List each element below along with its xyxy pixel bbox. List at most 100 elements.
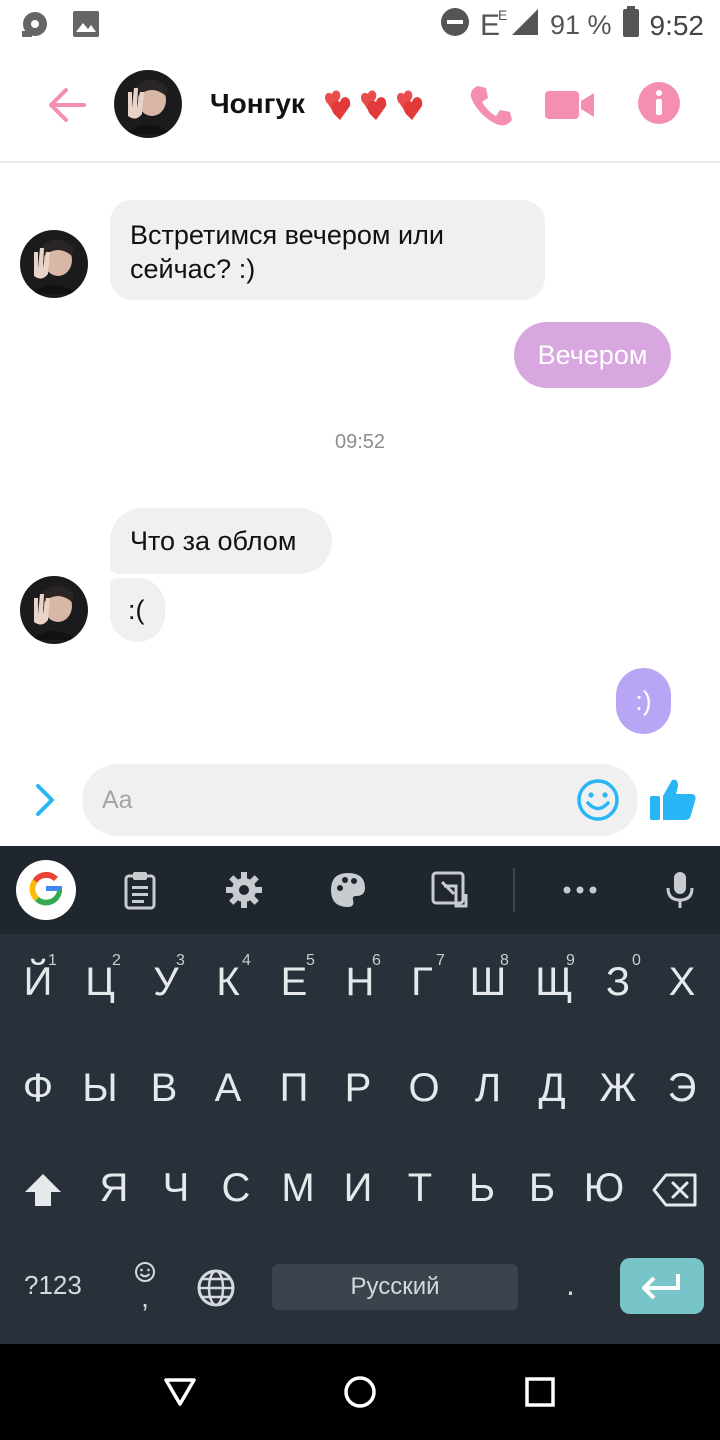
video-call-button[interactable] [544,80,596,130]
key-о[interactable]: О [394,1066,454,1111]
key-а[interactable]: А [198,1066,258,1111]
triangle-back-icon [164,1378,196,1406]
key-л[interactable]: Л [458,1066,518,1111]
contact-name[interactable]: Чонгук [210,88,305,120]
key-е[interactable]: Е [264,960,324,1005]
message-text: :( [128,595,145,625]
key-э[interactable]: Э [652,1066,712,1111]
like-button[interactable] [648,774,698,824]
key-ч[interactable]: Ч [146,1166,206,1211]
message-composer: Aa [0,760,720,846]
key-с[interactable]: С [206,1166,266,1211]
settings-button[interactable] [224,870,264,910]
google-search-button[interactable] [16,860,76,920]
enter-arrow-icon [642,1274,680,1300]
message-text-line: сейчас? :) [130,254,256,284]
video-camera-icon [545,91,594,119]
conversation-info-button[interactable] [636,80,686,130]
conversation-header: Чонгук [0,50,720,163]
key-hint: 4 [242,952,251,969]
info-icon [638,82,680,124]
key-hint: 1 [48,952,57,969]
voice-call-button[interactable] [466,80,516,130]
phone-icon [470,86,512,126]
key-ю[interactable]: Ю [574,1166,634,1211]
shift-key[interactable] [22,1170,64,1212]
clipboard-button[interactable] [120,870,160,910]
key-и[interactable]: И [328,1166,388,1211]
key-я[interactable]: Я [84,1166,144,1211]
key-hint: 5 [306,952,315,969]
incoming-message-bubble[interactable]: Встретимся вечером или сейчас? :) [110,200,545,300]
contact-avatar[interactable] [114,70,182,138]
nav-recents-button[interactable] [522,1374,558,1410]
toolbar-divider [513,868,515,912]
key-р[interactable]: Р [328,1066,388,1111]
image-notification-icon [72,10,100,43]
message-text-line: Встретимся вечером или [130,220,444,250]
symbols-key[interactable]: ?123 [24,1270,82,1301]
comma-label: , [141,1282,149,1313]
back-arrow-icon [49,88,86,122]
microphone-icon [666,872,694,908]
key-т[interactable]: Т [390,1166,450,1211]
shift-arrow-icon [25,1174,61,1206]
key-ж[interactable]: Ж [588,1066,648,1111]
back-button[interactable] [44,82,90,128]
key-н[interactable]: Н [330,960,390,1005]
thumbs-up-icon [650,779,696,820]
more-options-button[interactable] [560,870,600,910]
emoji-button[interactable] [576,778,620,822]
nav-back-button[interactable] [162,1374,198,1410]
key-hint: 8 [500,952,509,969]
outgoing-message-bubble[interactable]: :) [616,668,671,734]
backspace-key[interactable] [652,1172,698,1208]
key-hint: 7 [436,952,445,969]
network-type: EE [479,6,508,42]
key-hint: 0 [632,952,641,969]
sender-avatar[interactable] [20,576,88,644]
key-ц[interactable]: Ц [70,960,130,1005]
period-key[interactable]: . [566,1266,575,1303]
voice-input-button[interactable] [660,870,700,910]
on-screen-keyboard: Й Ц У К Е Н Г Ш Щ З Х 1 2 3 4 5 6 7 8 9 … [0,846,720,1344]
key-ы[interactable]: Ы [70,1066,130,1111]
key-б[interactable]: Б [512,1166,572,1211]
outgoing-message-bubble[interactable]: Вечером [514,322,671,388]
message-input[interactable]: Aa [82,764,638,836]
key-ь[interactable]: Ь [452,1166,512,1211]
clock: 9:52 [649,9,705,41]
square-recents-icon [525,1377,555,1407]
incoming-message-bubble[interactable]: Что за облом [110,508,332,574]
palette-icon [331,873,365,907]
key-ш[interactable]: Ш [458,960,518,1005]
key-hint: 3 [176,952,185,969]
key-й[interactable]: Й [8,960,68,1005]
space-key[interactable]: Русский [272,1264,518,1310]
key-у[interactable]: У [136,960,196,1005]
emoji-comma-key[interactable]: , [130,1260,160,1312]
circle-home-icon [344,1376,376,1408]
key-щ[interactable]: Щ [524,960,584,1005]
key-в[interactable]: В [134,1066,194,1111]
key-ф[interactable]: Ф [8,1066,68,1111]
incoming-message-bubble[interactable]: :( [110,578,165,642]
battery-icon [622,6,640,45]
gear-icon [226,872,262,908]
chevron-right-icon [36,784,54,816]
theme-button[interactable] [328,870,368,910]
sender-avatar[interactable] [20,230,88,298]
keyboard-toolbar [0,846,720,934]
nav-home-button[interactable] [342,1374,378,1410]
message-list[interactable]: Встретимся вечером или сейчас? :) Вечеро… [0,165,720,760]
key-м[interactable]: М [268,1166,328,1211]
enter-key[interactable] [620,1258,704,1314]
two-hearts-icon [325,90,423,120]
language-switch-key[interactable] [196,1268,236,1308]
key-д[interactable]: Д [522,1066,582,1111]
one-handed-mode-button[interactable] [430,870,470,910]
key-п[interactable]: П [264,1066,324,1111]
key-х[interactable]: Х [652,960,712,1005]
more-actions-button[interactable] [30,780,62,820]
key-hint: 6 [372,952,381,969]
